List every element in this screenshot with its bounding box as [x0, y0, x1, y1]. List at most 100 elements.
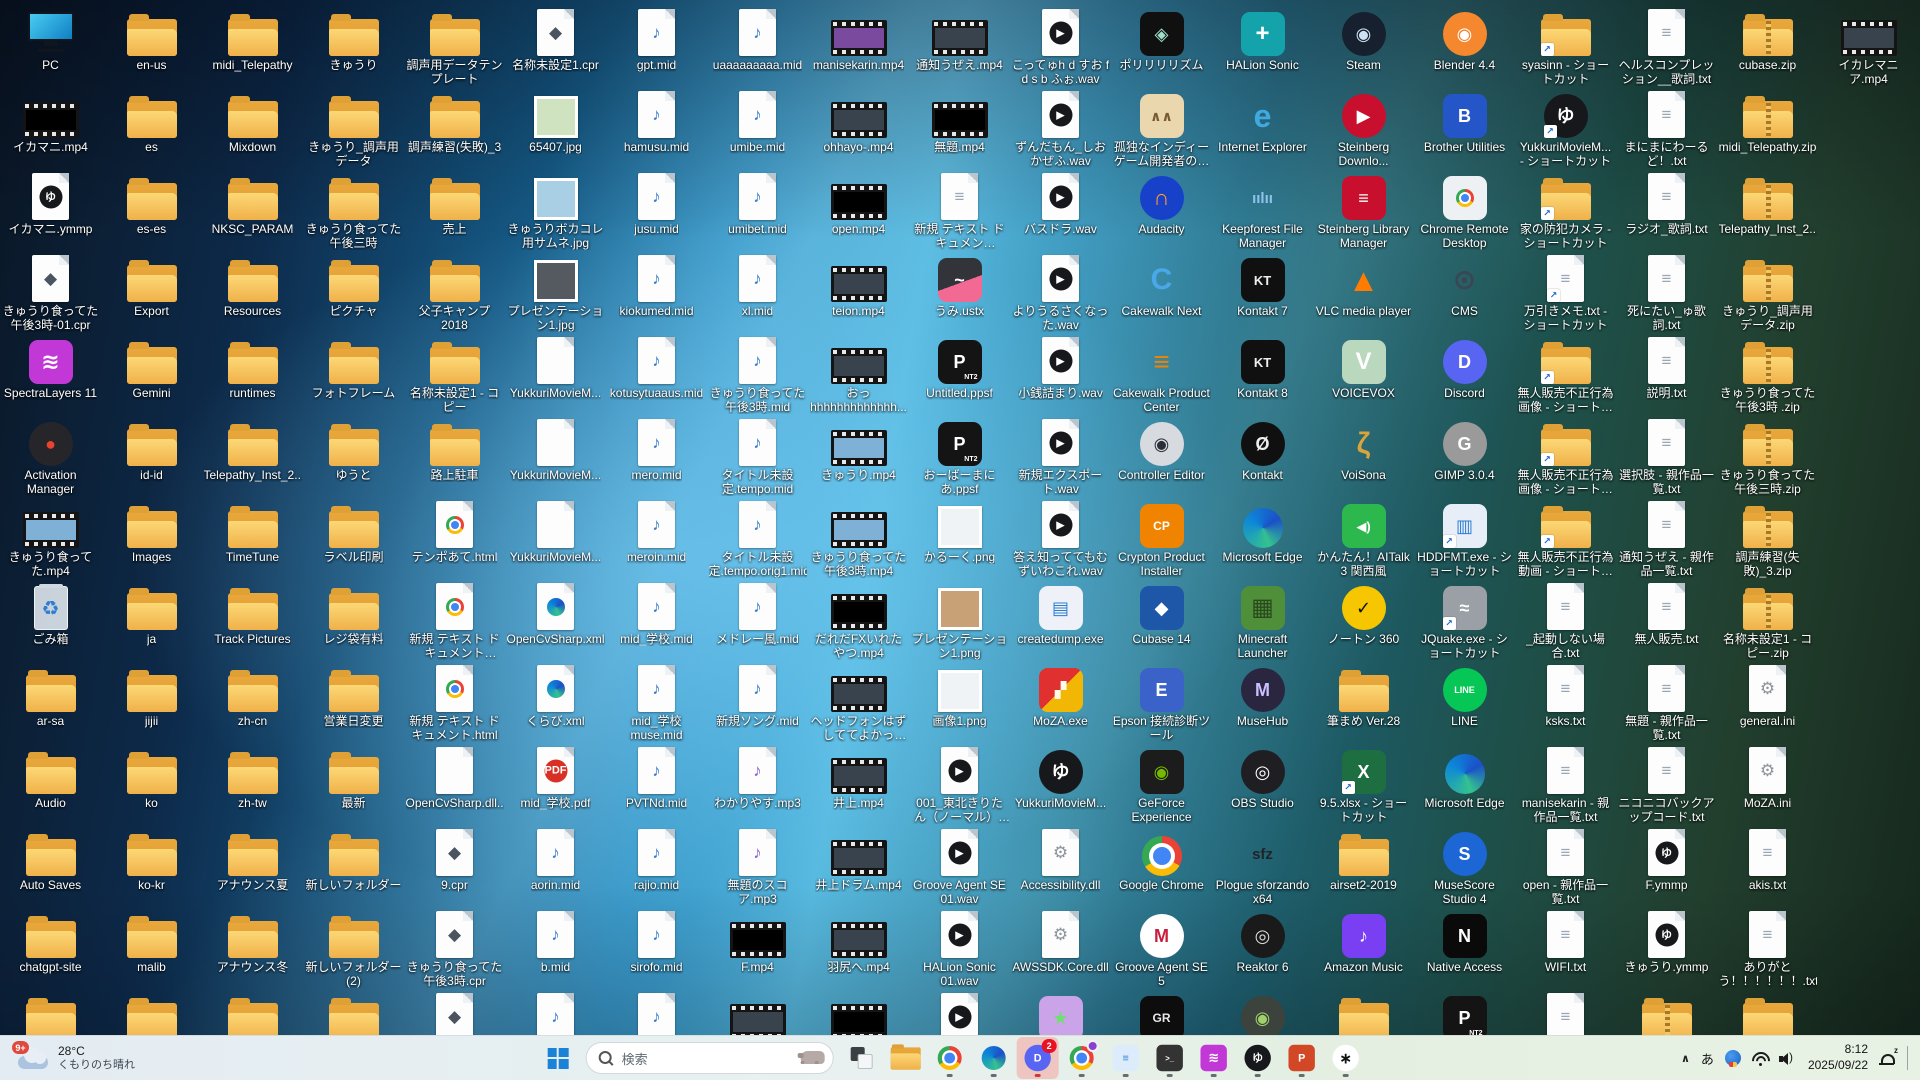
desktop-icon[interactable]: Chrome Remote Desktop: [1414, 170, 1515, 252]
desktop-icon[interactable]: ıılıı Keepforest File Manager: [1212, 170, 1313, 252]
desktop-icon[interactable]: 父子キャンプ2018: [404, 252, 505, 334]
desktop-icon[interactable]: ♪ jusu.mid: [606, 170, 707, 252]
desktop-icon[interactable]: ≡ ↗ 万引きメモ.txt - ショートカット: [1515, 252, 1616, 334]
desktop-icon[interactable]: ▥ ↗ HDDFMT.exe - ショートカット: [1414, 498, 1515, 580]
desktop-icon[interactable]: Mixdown: [202, 88, 303, 170]
desktop-icon[interactable]: malib: [101, 908, 202, 990]
desktop-icon[interactable]: PDF mid_学校.pdf: [505, 744, 606, 826]
desktop-icon[interactable]: e Internet Explorer: [1212, 88, 1313, 170]
desktop-icon[interactable]: きゅうり食ってた午後3時.mp4: [808, 498, 909, 580]
show-desktop-button[interactable]: [1907, 1046, 1908, 1070]
desktop-icon[interactable]: sfz Plogue sforzando x64: [1212, 826, 1313, 908]
desktop-icon[interactable]: きゅうり_調声用データ.zip: [1717, 252, 1818, 334]
desktop-icon[interactable]: ≡ 無題 - 親作品一覧.txt: [1616, 662, 1717, 744]
desktop-icon[interactable]: + HALion Sonic: [1212, 6, 1313, 88]
desktop-icon[interactable]: Images: [101, 498, 202, 580]
desktop-icon[interactable]: イカマニ.mp4: [0, 88, 101, 170]
desktop-icon[interactable]: ♪ uaaaaaaaaa.mid: [707, 6, 808, 88]
desktop-icon[interactable]: 65407.jpg: [505, 88, 606, 170]
desktop-icon[interactable]: NKSC_PARAM: [202, 170, 303, 252]
desktop-icon[interactable]: ◎ OBS Studio: [1212, 744, 1313, 826]
desktop-icon[interactable]: ≡ _起動しない場合.txt: [1515, 580, 1616, 662]
desktop-icon[interactable]: zh-tw: [202, 744, 303, 826]
desktop-icon[interactable]: ♪ kiokumed.mid: [606, 252, 707, 334]
clock[interactable]: 8:12 2025/09/22: [1808, 1042, 1868, 1073]
desktop-icon[interactable]: ◎ Reaktor 6: [1212, 908, 1313, 990]
desktop-icon[interactable]: ⚙ Accessibility.dll: [1010, 826, 1111, 908]
desktop-icon[interactable]: airset2-2019: [1313, 826, 1414, 908]
desktop-icon[interactable]: ◉ Controller Editor: [1111, 416, 1212, 498]
desktop-icon[interactable]: おっhhhhhhhhhhhhh...: [808, 334, 909, 416]
desktop-icon[interactable]: ▲ VLC media player: [1313, 252, 1414, 334]
desktop-icon[interactable]: ≡ まにまにわーるど！.txt: [1616, 88, 1717, 170]
desktop-icon[interactable]: Microsoft Edge: [1212, 498, 1313, 580]
desktop-icon[interactable]: Telepathy_Inst_2...: [1717, 170, 1818, 252]
desktop-icon[interactable]: M Groove Agent SE 5: [1111, 908, 1212, 990]
desktop-icon[interactable]: ≡ ksks.txt: [1515, 662, 1616, 744]
desktop-icon[interactable]: ゆ ↗ YukkuriMovieM... - ショートカット: [1515, 88, 1616, 170]
desktop-icon[interactable]: テンポあて.html: [404, 498, 505, 580]
desktop-icon[interactable]: 新規 テキスト ドキュメント (2).html: [404, 580, 505, 662]
desktop-icon[interactable]: D Discord: [1414, 334, 1515, 416]
desktop-icon[interactable]: ✓ ノートン 360: [1313, 580, 1414, 662]
desktop-icon[interactable]: ♪ umibe.mid: [707, 88, 808, 170]
desktop-icon[interactable]: cubase.zip: [1717, 6, 1818, 88]
desktop-icon[interactable]: ♪ xl.mid: [707, 252, 808, 334]
taskbar-button-chatgpt[interactable]: ∗: [1325, 1037, 1367, 1079]
desktop-icon[interactable]: 通知うぜえ.mp4: [909, 6, 1010, 88]
desktop-icon[interactable]: だれだFXいれたやつ.mp4: [808, 580, 909, 662]
taskbar-button-discord[interactable]: D2: [1016, 1037, 1059, 1079]
desktop-icon[interactable]: ♪ メドレー風.mid: [707, 580, 808, 662]
desktop-icon[interactable]: ▶ Steinberg Downlo...: [1313, 88, 1414, 170]
desktop-icon[interactable]: G GIMP 3.0.4: [1414, 416, 1515, 498]
desktop-icon[interactable]: midi_Telepathy.zip: [1717, 88, 1818, 170]
desktop-icon[interactable]: レジ袋有料: [303, 580, 404, 662]
desktop-icon[interactable]: ♪ タイトル未設定.tempo.orig1.mid: [707, 498, 808, 580]
desktop-icon[interactable]: 無題.mp4: [909, 88, 1010, 170]
desktop-icon[interactable]: 最新: [303, 744, 404, 826]
desktop-icon[interactable]: Google Chrome: [1111, 826, 1212, 908]
desktop-icon[interactable]: ◆ きゅうり食ってた午後3時.cpr: [404, 908, 505, 990]
desktop-icon[interactable]: ♪ sirofo.mid: [606, 908, 707, 990]
desktop-icon[interactable]: 羽尻へ.mp4: [808, 908, 909, 990]
desktop-icon[interactable]: ≡ 死にたい_ゅ歌詞.txt: [1616, 252, 1717, 334]
desktop-icon[interactable]: ♪ Amazon Music: [1313, 908, 1414, 990]
desktop-icon[interactable]: M MuseHub: [1212, 662, 1313, 744]
desktop-icon[interactable]: ≋ SpectraLayers 11: [0, 334, 101, 416]
desktop-icon[interactable]: ラベル印刷: [303, 498, 404, 580]
desktop-icon[interactable]: zh-cn: [202, 662, 303, 744]
desktop-icon[interactable]: ♪ 無題のスコア.mp3: [707, 826, 808, 908]
desktop-icon[interactable]: ゆきゅうり.ymmp: [1616, 908, 1717, 990]
desktop-icon[interactable]: ohhayo-.mp4: [808, 88, 909, 170]
desktop-icon[interactable]: ko-kr: [101, 826, 202, 908]
desktop-icon[interactable]: ♪ hamusu.mid: [606, 88, 707, 170]
desktop-icon[interactable]: ▶ HALion Sonic 01.wav: [909, 908, 1010, 990]
desktop-icon[interactable]: ◆ Cubase 14: [1111, 580, 1212, 662]
desktop-icon[interactable]: manisekarin.mp4: [808, 6, 909, 88]
tray-chevron-up-icon[interactable]: ∧: [1681, 1052, 1690, 1065]
desktop-icon[interactable]: ピクチャ: [303, 252, 404, 334]
desktop-icon[interactable]: ↗ 家の防犯カメラ - ショートカット: [1515, 170, 1616, 252]
desktop-icon[interactable]: ▶ こってゅh d すお f d s b ふぉ.wav: [1010, 6, 1111, 88]
desktop-icon[interactable]: ♪ mid_学校.mid: [606, 580, 707, 662]
desktop-icon[interactable]: ♪ わかりやす.mp3: [707, 744, 808, 826]
desktop-icon[interactable]: Microsoft Edge: [1414, 744, 1515, 826]
desktop-icon[interactable]: 井上.mp4: [808, 744, 909, 826]
desktop-icon[interactable]: es-es: [101, 170, 202, 252]
desktop-icon[interactable]: ↗ syasinn - ショートカット: [1515, 6, 1616, 88]
desktop-icon[interactable]: ◆ 名称未設定1.cpr: [505, 6, 606, 88]
desktop-icon[interactable]: ≡ WIFI.txt: [1515, 908, 1616, 990]
desktop-icon[interactable]: open.mp4: [808, 170, 909, 252]
desktop-icon[interactable]: ▶ バスドラ.wav: [1010, 170, 1111, 252]
notification-bell-icon[interactable]: z: [1879, 1046, 1898, 1066]
desktop-icon[interactable]: es: [101, 88, 202, 170]
desktop-icon[interactable]: ar-sa: [0, 662, 101, 744]
desktop-icon[interactable]: ⚙ MoZA.ini: [1717, 744, 1818, 826]
desktop-icon[interactable]: ▶ 答え知っててもむずいわこれ.wav: [1010, 498, 1111, 580]
desktop-icon[interactable]: ↗ 無人販売不正行為画像 - ショートカッ...: [1515, 334, 1616, 416]
desktop-icon[interactable]: YukkuriMovieM...: [505, 334, 606, 416]
desktop-icon[interactable]: ♪ 新規ソング.mid: [707, 662, 808, 744]
desktop-icon[interactable]: 新規 テキスト ドキュメント.html: [404, 662, 505, 744]
desktop-icon[interactable]: ζ VoiSona: [1313, 416, 1414, 498]
desktop-icon[interactable]: ≡ 説明.txt: [1616, 334, 1717, 416]
